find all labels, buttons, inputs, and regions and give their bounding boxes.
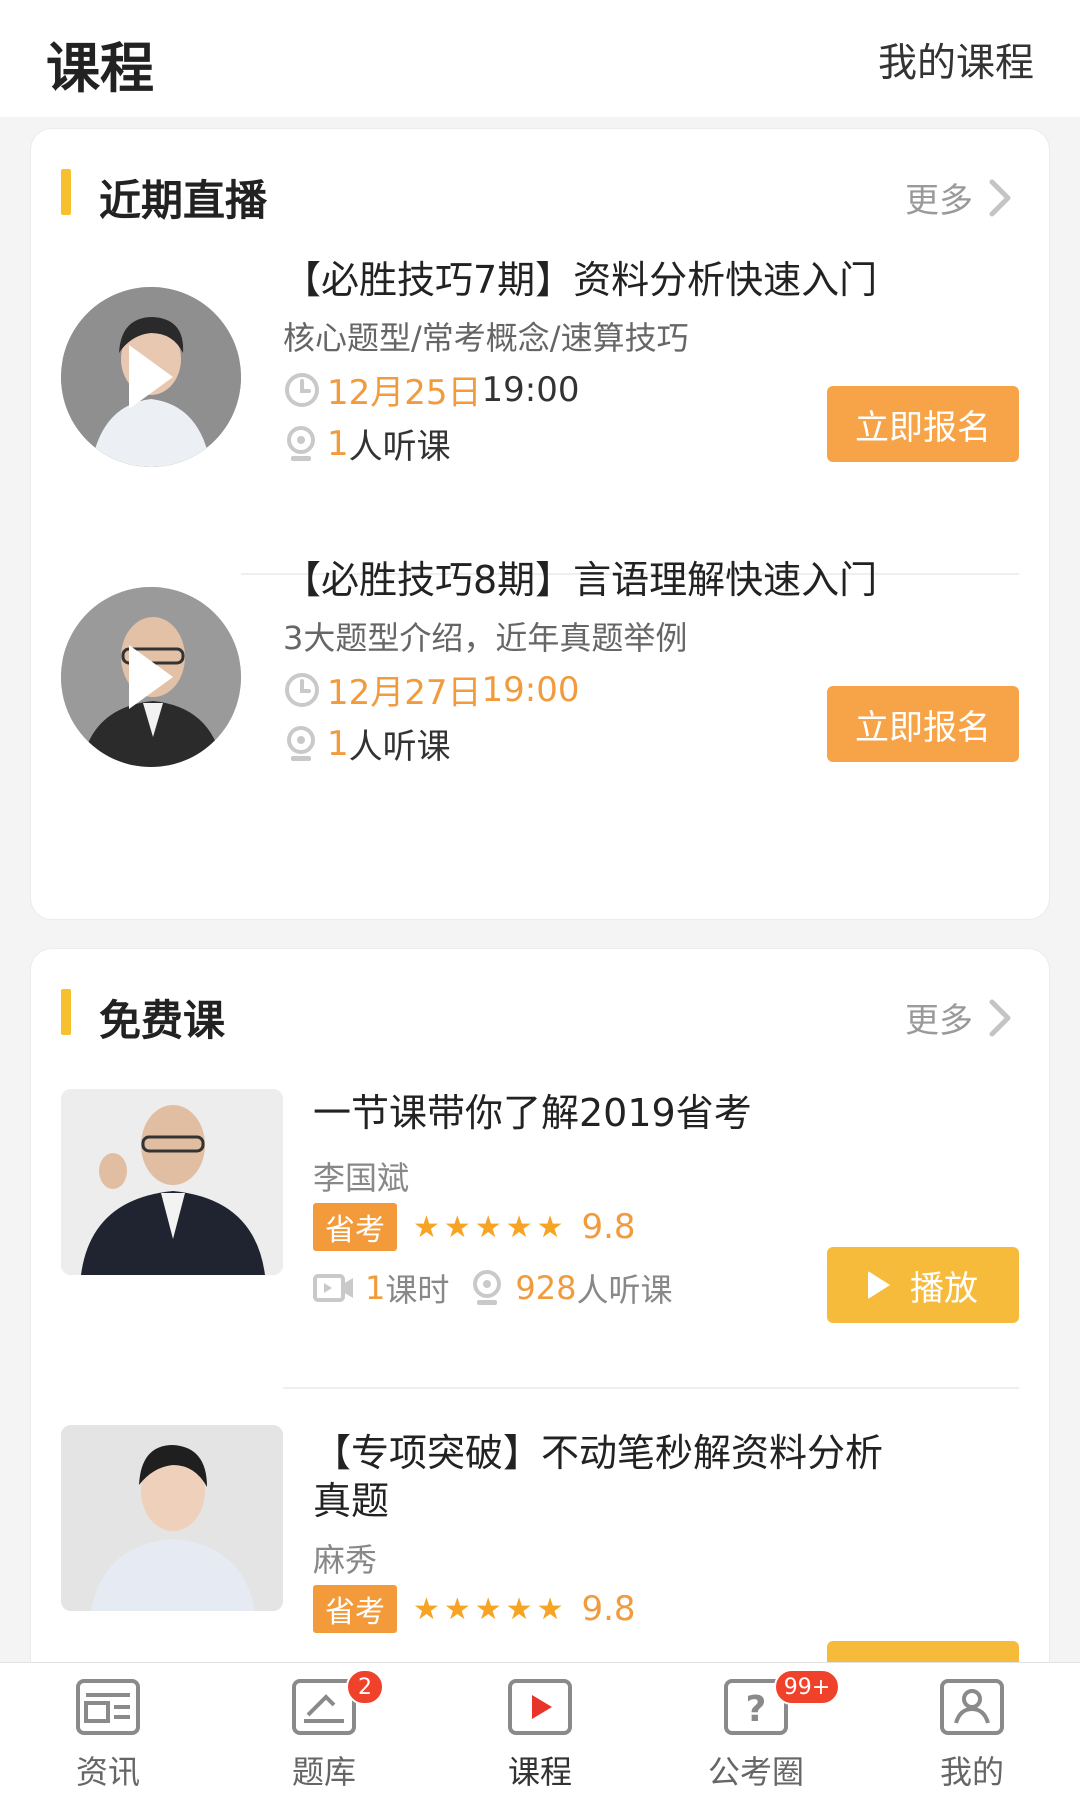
tab-course[interactable]: 课程 (432, 1663, 648, 1800)
tab-profile[interactable]: 我的 (864, 1663, 1080, 1800)
lesson-suffix: 课时 (385, 1271, 450, 1309)
listener-count: 1 (327, 423, 349, 464)
course-teacher: 李国斌 (313, 1159, 410, 1197)
chevron-right-icon (989, 179, 1011, 216)
teacher-photo (61, 1089, 283, 1275)
listener-icon (473, 1270, 502, 1305)
tab-label: 资讯 (75, 1753, 140, 1791)
live-section-title: 近期直播 (99, 176, 268, 225)
live-course-title: 【必胜技巧7期】资料分析快速入门 (283, 258, 878, 302)
tab-label: 题库 (291, 1753, 356, 1791)
play-icon (129, 345, 173, 409)
course-meta: 1 课时 928 人听课 (313, 1265, 672, 1311)
play-label: 播放 (910, 1268, 978, 1309)
signup-button[interactable]: 立即报名 (827, 686, 1019, 762)
live-course-time: 12月25日 19:00 (283, 365, 580, 414)
bottom-tab-bar: 资讯 2 题库 课程 ? 99+ 公考圈 我的 (0, 1662, 1080, 1800)
free-section-header: 免费课 更多 (31, 949, 1049, 1069)
tab-label: 我的 (939, 1753, 1004, 1791)
rating-score: 9.8 (581, 1589, 636, 1629)
teacher-photo (61, 1425, 283, 1611)
news-icon (76, 1679, 140, 1735)
page-title: 课程 (46, 37, 154, 100)
exam-tag: 省考 (313, 1585, 397, 1633)
listener-icon (287, 425, 315, 461)
clock-icon (285, 672, 319, 707)
listener-icon (287, 725, 315, 761)
live-course-listeners: 1 人听课 (283, 419, 451, 468)
course-play-icon (508, 1679, 572, 1735)
rating-stars-icon: ★★★★★ (413, 1591, 568, 1627)
listener-suffix: 人听课 (348, 727, 451, 767)
free-course-title: 一节课带你了解2019省考 (313, 1091, 752, 1135)
lesson-count: 1 (365, 1269, 386, 1307)
tab-news[interactable]: 资讯 (0, 1663, 216, 1800)
live-section-header: 近期直播 更多 (31, 129, 1049, 249)
tab-community[interactable]: ? 99+ 公考圈 (648, 1663, 864, 1800)
live-course-date: 12月27日 (327, 673, 482, 713)
rating-row: 省考 ★★★★★ 9.8 (313, 1203, 636, 1251)
tab-label: 公考圈 (707, 1753, 804, 1791)
rating-row: 省考 ★★★★★ 9.8 (313, 1585, 636, 1633)
live-course-clock: 19:00 (481, 369, 580, 410)
live-more-link[interactable]: 更多 (905, 173, 1013, 222)
free-course-item[interactable]: 【专项突破】不动笔秒解资料分析真题 麻秀 省考 ★★★★★ 9.8 (31, 1425, 1049, 1687)
live-course-desc: 核心题型/常考概念/速算技巧 (283, 319, 689, 357)
live-course-title: 【必胜技巧8期】言语理解快速入门 (283, 558, 878, 602)
course-thumbnail[interactable] (61, 1089, 283, 1275)
live-course-listeners: 1 人听课 (283, 719, 451, 768)
course-teacher: 麻秀 (313, 1541, 378, 1579)
section-accent-bar (61, 169, 71, 215)
live-course-item[interactable]: 【必胜技巧7期】资料分析快速入门 核心题型/常考概念/速算技巧 12月25日 1… (31, 249, 1049, 579)
play-icon (129, 645, 173, 709)
exam-tag: 省考 (313, 1203, 397, 1251)
section-accent-bar (61, 989, 71, 1035)
live-course-clock: 19:00 (481, 669, 580, 710)
my-courses-link[interactable]: 我的课程 (878, 32, 1034, 88)
listener-suffix: 人听课 (348, 427, 451, 467)
profile-icon (940, 1679, 1004, 1735)
notification-badge: 99+ (774, 1669, 840, 1705)
item-divider (283, 1387, 1019, 1389)
tab-label: 课程 (507, 1753, 572, 1791)
listener-count: 928 (515, 1269, 577, 1307)
live-course-item[interactable]: 【必胜技巧8期】言语理解快速入门 3大题型介绍，近年真题举例 12月27日 19… (31, 549, 1049, 879)
live-section-card: 近期直播 更多 【必胜技巧7期】资料分析快速入门 核心题型/常考概念/速算技巧 … (30, 128, 1050, 920)
play-button[interactable]: 播放 (827, 1247, 1019, 1323)
chevron-right-icon (989, 999, 1011, 1036)
live-course-date: 12月25日 (327, 373, 482, 413)
rating-stars-icon: ★★★★★ (413, 1209, 568, 1245)
notification-badge: 2 (346, 1669, 384, 1705)
video-lesson-icon (313, 1274, 353, 1302)
free-more-link[interactable]: 更多 (905, 993, 1013, 1042)
clock-icon (285, 372, 319, 407)
live-course-desc: 3大题型介绍，近年真题举例 (283, 619, 688, 657)
more-label: 更多 (905, 1001, 973, 1041)
free-course-title: 【专项突破】不动笔秒解资料分析真题 (313, 1431, 884, 1523)
live-course-time: 12月27日 19:00 (283, 665, 580, 714)
signup-button[interactable]: 立即报名 (827, 386, 1019, 462)
teacher-avatar[interactable] (61, 587, 241, 767)
top-header: 课程 我的课程 (0, 0, 1080, 117)
svg-text:?: ? (746, 1689, 767, 1730)
rating-score: 9.8 (581, 1207, 636, 1247)
more-label: 更多 (905, 181, 973, 221)
teacher-avatar[interactable] (61, 287, 241, 467)
free-section-title: 免费课 (99, 996, 226, 1045)
tab-question-bank[interactable]: 2 题库 (216, 1663, 432, 1800)
free-course-item[interactable]: 一节课带你了解2019省考 李国斌 省考 ★★★★★ 9.8 1 课时 928 … (31, 1089, 1049, 1409)
free-section-card: 免费课 更多 一节课带你了解2019省考 李国斌 省考 ★★★★★ 9.8 1 … (30, 948, 1050, 1688)
listener-count: 1 (327, 723, 349, 764)
listener-suffix: 人听课 (576, 1271, 673, 1309)
course-thumbnail[interactable] (61, 1425, 283, 1611)
play-icon (868, 1271, 890, 1299)
